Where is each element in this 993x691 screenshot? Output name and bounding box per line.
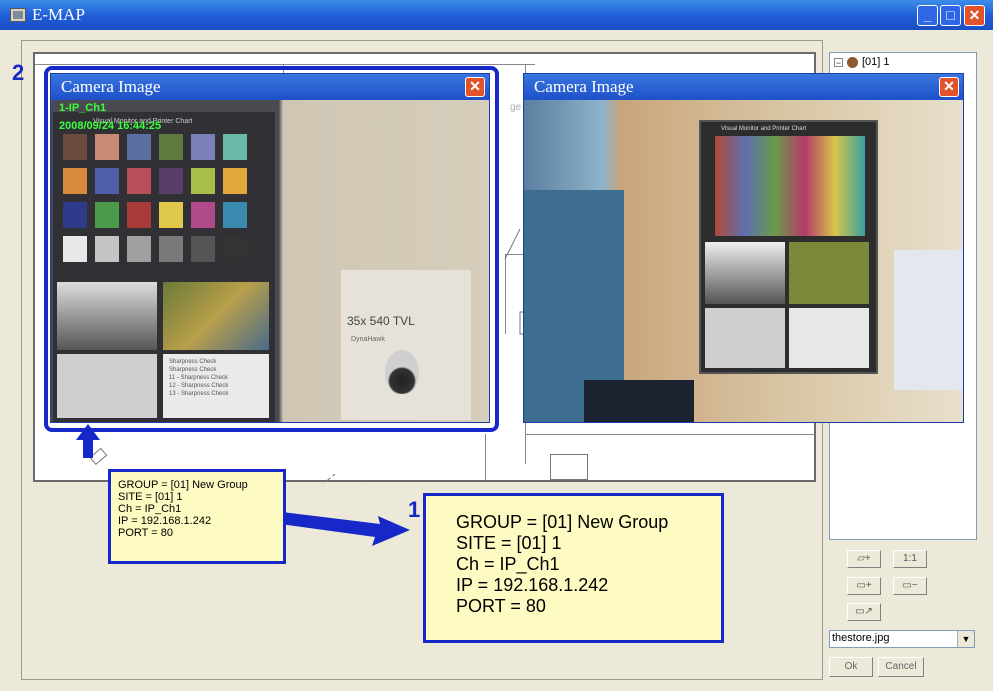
arrow-right-icon (280, 512, 410, 546)
info-port: PORT = 80 (118, 527, 173, 539)
info-group: GROUP = [01] New Group (456, 512, 669, 532)
info-port: PORT = 80 (456, 596, 546, 616)
info-ip: IP = 192.168.1.242 (118, 515, 212, 527)
info-group: GROUP = [01] New Group (118, 479, 248, 491)
camera-info-tooltip-small: GROUP = [01] New Group SITE = [01] 1 Ch … (108, 469, 286, 564)
emap-window: E-MAP _ □ ✕ ge − [01] 1 ▱+ 1:1 ▭+ ▭− ▭↗ (0, 0, 993, 691)
info-channel: Ch = IP_Ch1 (118, 503, 182, 515)
info-channel: Ch = IP_Ch1 (456, 554, 560, 574)
info-site: SITE = [01] 1 (456, 533, 562, 553)
info-ip: IP = 192.168.1.242 (456, 575, 609, 595)
camera-info-callout-large: GROUP = [01] New Group SITE = [01] 1 Ch … (423, 493, 724, 643)
info-site: SITE = [01] 1 (118, 491, 183, 503)
arrow-up-icon (76, 424, 100, 458)
